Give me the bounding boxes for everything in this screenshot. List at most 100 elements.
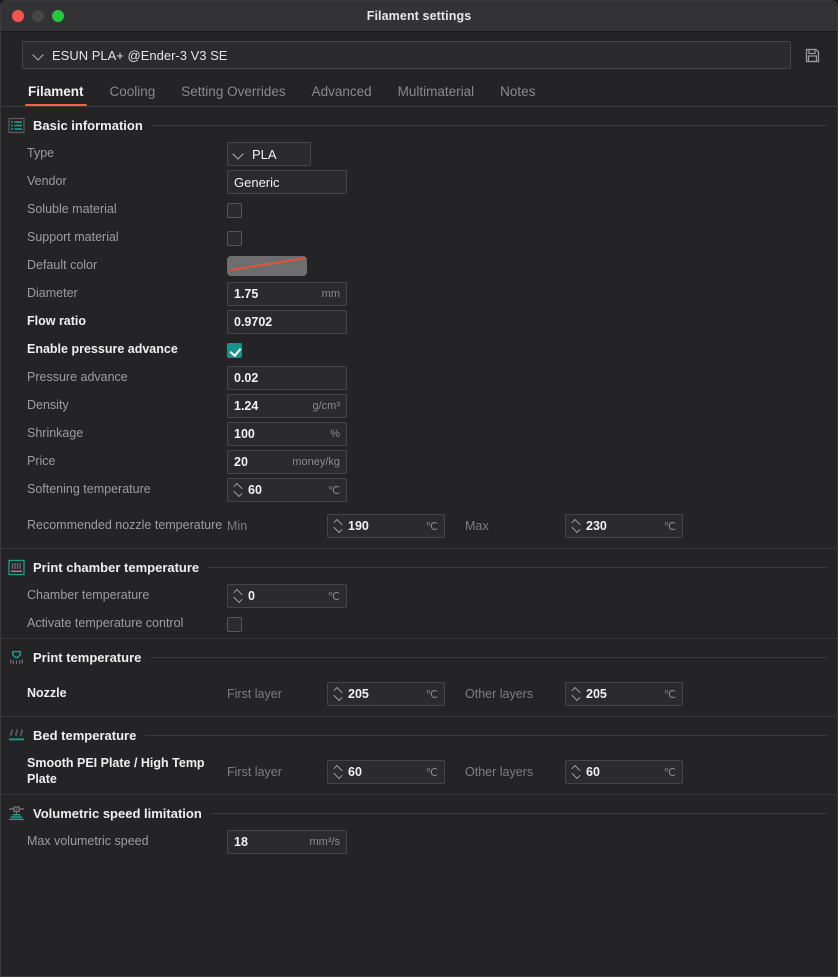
flow-ratio-input[interactable]: 0.9702 <box>227 310 347 334</box>
save-profile-button[interactable] <box>799 42 825 68</box>
softening-temperature-value: 60 <box>248 483 262 497</box>
recommended-nozzle-min-unit: ℃ <box>425 520 438 533</box>
filament-settings-window: Filament settings ESUN PLA+ @Ender-3 V3 … <box>0 0 838 977</box>
nozzle-first-layer-value: 205 <box>348 687 369 701</box>
row-nozzle-temperature: Nozzle First layer 205 ℃ Other layers 20… <box>1 672 837 716</box>
label-bed-plate: Smooth PEI Plate / High Temp Plate <box>27 756 205 786</box>
label-bed-other-layers: Other layers <box>465 765 534 779</box>
chamber-icon <box>7 558 26 577</box>
pressure-advance-input[interactable]: 0.02 <box>227 366 347 390</box>
nozzle-first-layer-spinner[interactable]: 205 ℃ <box>327 682 445 706</box>
enable-pressure-advance-checkbox[interactable] <box>227 342 242 358</box>
max-volumetric-speed-input[interactable]: 18 mm³/s <box>227 830 347 854</box>
tab-label: Advanced <box>311 84 372 99</box>
row-vendor: Vendor Generic <box>1 168 837 196</box>
activate-temperature-control-checkbox[interactable] <box>227 616 242 632</box>
section-title: Volumetric speed limitation <box>33 806 202 821</box>
label-shrinkage: Shrinkage <box>27 426 84 441</box>
filament-profile-dropdown[interactable]: ESUN PLA+ @Ender-3 V3 SE <box>22 41 791 69</box>
row-chamber-temperature: Chamber temperature 0 ℃ <box>1 582 837 610</box>
bed-first-layer-value: 60 <box>348 765 362 779</box>
bed-other-layers-value: 60 <box>586 765 600 779</box>
section-header-basic-information: Basic information <box>1 107 837 140</box>
nozzle-icon <box>7 648 26 667</box>
recommended-nozzle-min-spinner[interactable]: 190 ℃ <box>327 514 445 538</box>
vendor-input[interactable]: Generic <box>227 170 347 194</box>
density-input[interactable]: 1.24 g/cm³ <box>227 394 347 418</box>
label-nozzle-other-layers: Other layers <box>465 687 534 701</box>
tab-label: Filament <box>28 84 84 99</box>
price-unit: money/kg <box>292 456 340 468</box>
tab-label: Setting Overrides <box>181 84 286 99</box>
label-type: Type <box>27 146 55 161</box>
spinner-arrows-icon[interactable] <box>572 686 581 702</box>
label-density: Density <box>27 398 69 413</box>
tab-filament[interactable]: Filament <box>15 84 97 106</box>
row-shrinkage: Shrinkage 100 % <box>1 420 837 448</box>
max-volumetric-speed-value: 18 <box>234 835 248 849</box>
spinner-arrows-icon[interactable] <box>334 764 343 780</box>
chevron-down-icon <box>233 147 244 158</box>
section-divider <box>145 735 827 736</box>
spinner-arrows-icon[interactable] <box>234 482 243 498</box>
bed-other-layers-unit: ℃ <box>663 766 676 779</box>
close-window-button[interactable] <box>12 10 24 22</box>
profile-bar: ESUN PLA+ @Ender-3 V3 SE <box>1 32 837 77</box>
label-max: Max <box>465 519 489 533</box>
max-volumetric-speed-unit: mm³/s <box>309 836 340 848</box>
row-diameter: Diameter 1.75 mm <box>1 280 837 308</box>
default-color-swatch[interactable] <box>227 256 307 276</box>
tab-label: Multimaterial <box>397 84 475 99</box>
density-value: 1.24 <box>234 399 259 413</box>
bed-first-layer-unit: ℃ <box>425 766 438 779</box>
label-chamber-temperature: Chamber temperature <box>27 588 150 603</box>
nozzle-other-layers-spinner[interactable]: 205 ℃ <box>565 682 683 706</box>
spinner-arrows-icon[interactable] <box>234 588 243 604</box>
minimize-window-button[interactable] <box>32 10 44 22</box>
diameter-unit: mm <box>321 288 340 300</box>
spinner-arrows-icon[interactable] <box>334 686 343 702</box>
price-input[interactable]: 20 money/kg <box>227 450 347 474</box>
row-recommended-nozzle-temperature: Recommended nozzle temperature Min 190 ℃… <box>1 504 837 548</box>
density-unit: g/cm³ <box>312 400 341 412</box>
section-divider <box>151 125 827 126</box>
section-title: Bed temperature <box>33 728 137 743</box>
spinner-arrows-icon[interactable] <box>334 518 343 534</box>
section-title: Print chamber temperature <box>33 560 200 575</box>
label-max-volumetric-speed: Max volumetric speed <box>27 834 149 849</box>
bed-other-layers-spinner[interactable]: 60 ℃ <box>565 760 683 784</box>
support-material-checkbox[interactable] <box>227 230 242 246</box>
nozzle-other-layers-value: 205 <box>586 687 607 701</box>
section-divider <box>208 567 827 568</box>
row-type: Type PLA <box>1 140 837 168</box>
bed-first-layer-spinner[interactable]: 60 ℃ <box>327 760 445 784</box>
section-title: Print temperature <box>33 650 142 665</box>
shrinkage-input[interactable]: 100 % <box>227 422 347 446</box>
maximize-window-button[interactable] <box>52 10 64 22</box>
label-diameter: Diameter <box>27 286 78 301</box>
tab-cooling[interactable]: Cooling <box>97 84 169 106</box>
chamber-temperature-spinner[interactable]: 0 ℃ <box>227 584 347 608</box>
section-title: Basic information <box>33 118 143 133</box>
softening-temperature-spinner[interactable]: 60 ℃ <box>227 478 347 502</box>
tab-notes[interactable]: Notes <box>487 84 548 106</box>
tab-setting-overrides[interactable]: Setting Overrides <box>168 84 298 106</box>
row-price: Price 20 money/kg <box>1 448 837 476</box>
soluble-material-checkbox[interactable] <box>227 202 242 218</box>
label-default-color: Default color <box>27 258 98 273</box>
tab-multimaterial[interactable]: Multimaterial <box>385 84 488 106</box>
diameter-input[interactable]: 1.75 mm <box>227 282 347 306</box>
type-value: PLA <box>252 146 277 162</box>
tab-advanced[interactable]: Advanced <box>299 84 385 106</box>
bed-heat-icon <box>7 726 26 745</box>
floppy-disk-save-icon <box>805 48 819 62</box>
spinner-arrows-icon[interactable] <box>572 518 581 534</box>
row-soluble-material: Soluble material <box>1 196 837 224</box>
traffic-light-group <box>12 10 64 22</box>
label-pressure-advance: Pressure advance <box>27 370 128 385</box>
window-title: Filament settings <box>366 9 472 23</box>
recommended-nozzle-max-spinner[interactable]: 230 ℃ <box>565 514 683 538</box>
spinner-arrows-icon[interactable] <box>572 764 581 780</box>
type-dropdown[interactable]: PLA <box>227 142 311 166</box>
label-nozzle: Nozzle <box>27 686 67 701</box>
